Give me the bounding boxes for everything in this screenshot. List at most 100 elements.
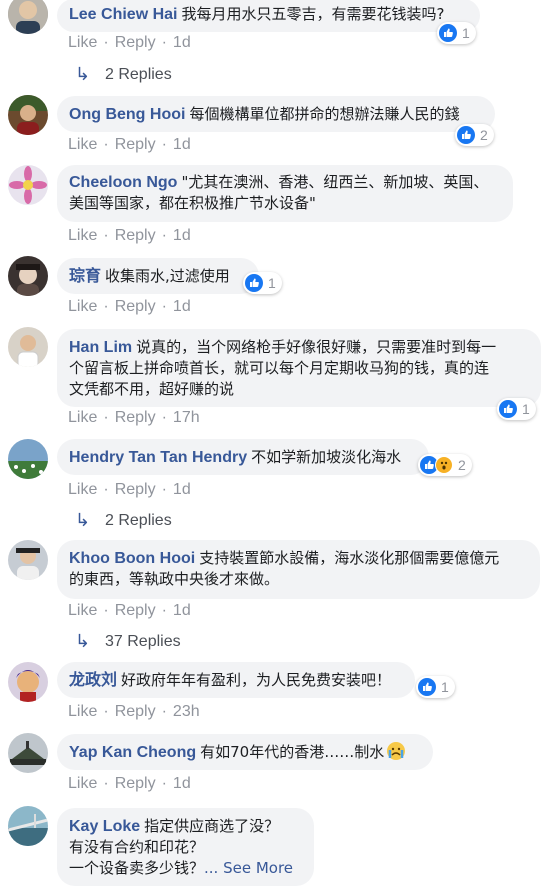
reaction-count[interactable]: 1 bbox=[243, 272, 282, 294]
replies-label: 2 Replies bbox=[105, 65, 172, 83]
separator: · bbox=[161, 34, 167, 51]
separator: · bbox=[161, 602, 167, 619]
separator: · bbox=[161, 775, 167, 792]
reply-button[interactable]: Reply bbox=[115, 34, 156, 51]
timestamp[interactable]: 1d bbox=[173, 298, 191, 315]
reaction-count[interactable]: 1 bbox=[416, 676, 455, 698]
commenter-name[interactable]: 龙政刘 bbox=[69, 672, 117, 689]
avatar[interactable] bbox=[8, 806, 48, 846]
separator: · bbox=[103, 775, 109, 792]
timestamp[interactable]: 1d bbox=[173, 136, 191, 153]
avatar[interactable] bbox=[8, 662, 48, 702]
reaction-count[interactable]: 1 bbox=[497, 398, 536, 420]
like-button[interactable]: Like bbox=[68, 703, 97, 720]
timestamp[interactable]: 1d bbox=[173, 34, 191, 51]
comment-text-line: 个留言板上拼命喷首长，就可以每个月定期收马狗的钱，真的连 bbox=[69, 359, 490, 377]
separator: · bbox=[103, 136, 109, 153]
avatar[interactable] bbox=[8, 540, 48, 580]
reaction-number: 2 bbox=[458, 457, 466, 473]
comment-actions: Like · Reply · 1d bbox=[68, 298, 191, 316]
view-replies-link[interactable]: ↳ 37 Replies bbox=[75, 631, 181, 652]
reply-button[interactable]: Reply bbox=[115, 703, 156, 720]
like-button[interactable]: Like bbox=[68, 409, 97, 426]
reply-button[interactable]: Reply bbox=[115, 481, 156, 498]
separator: · bbox=[161, 227, 167, 244]
like-button[interactable]: Like bbox=[68, 602, 97, 619]
comment-actions: Like · Reply · 1d bbox=[68, 775, 191, 793]
comment-text: "尤其在澳洲、香港、纽西兰、新加坡、英国、 bbox=[181, 173, 489, 191]
avatar[interactable] bbox=[8, 733, 48, 773]
reaction-count[interactable]: 2 bbox=[455, 124, 494, 146]
separator: · bbox=[161, 703, 167, 720]
separator: · bbox=[103, 703, 109, 720]
separator: · bbox=[161, 481, 167, 498]
timestamp[interactable]: 1d bbox=[173, 602, 191, 619]
timestamp[interactable]: 1d bbox=[173, 227, 191, 244]
comment-text-line: 的東西，等執政中央後才來做。 bbox=[69, 570, 280, 588]
comment-bubble: Han Lim 说真的，当个网络枪手好像很好赚，只需要准时到每一 个留言板上拼命喷… bbox=[57, 329, 541, 407]
commenter-name[interactable]: 琮育 bbox=[69, 268, 101, 285]
commenter-name[interactable]: Lee Chiew Hai bbox=[69, 6, 177, 23]
timestamp[interactable]: 1d bbox=[173, 481, 191, 498]
commenter-name[interactable]: Yap Kan Cheong bbox=[69, 744, 196, 761]
timestamp[interactable]: 17h bbox=[173, 409, 200, 426]
commenter-name[interactable]: Ong Beng Hooi bbox=[69, 106, 185, 123]
comment-actions: Like · Reply · 17h bbox=[68, 409, 200, 427]
separator: · bbox=[161, 409, 167, 426]
like-button[interactable]: Like bbox=[68, 227, 97, 244]
avatar[interactable] bbox=[8, 327, 48, 367]
comment-text: 有如70年代的香港……制水 bbox=[200, 743, 385, 761]
like-button[interactable]: Like bbox=[68, 136, 97, 153]
avatar[interactable] bbox=[8, 439, 48, 479]
reply-button[interactable]: Reply bbox=[115, 136, 156, 153]
view-replies-link[interactable]: ↳ 2 Replies bbox=[75, 64, 172, 85]
avatar[interactable] bbox=[8, 95, 48, 135]
separator: · bbox=[103, 227, 109, 244]
like-button[interactable]: Like bbox=[68, 298, 97, 315]
reply-button[interactable]: Reply bbox=[115, 298, 156, 315]
like-button[interactable]: Like bbox=[68, 481, 97, 498]
see-more-link[interactable]: ... See More bbox=[204, 859, 293, 877]
comment-text: 不如学新加坡淡化海水 bbox=[251, 448, 402, 466]
commenter-name[interactable]: Kay Loke bbox=[69, 818, 140, 835]
timestamp[interactable]: 23h bbox=[173, 703, 200, 720]
comment-bubble: 龙政刘 好政府年年有盈利，为人民免费安装吧！ bbox=[57, 662, 415, 698]
comment-text-line: 一个设备卖多少钱？ bbox=[69, 859, 205, 877]
commenter-name[interactable]: Han Lim bbox=[69, 339, 132, 356]
reply-button[interactable]: Reply bbox=[115, 602, 156, 619]
commenter-name[interactable]: Khoo Boon Hooi bbox=[69, 550, 195, 567]
like-button[interactable]: Like bbox=[68, 34, 97, 51]
crying-face-icon bbox=[387, 742, 406, 760]
comment-actions: Like · Reply · 1d bbox=[68, 481, 191, 499]
reaction-count[interactable]: 1 bbox=[437, 22, 476, 44]
separator: · bbox=[161, 298, 167, 315]
comment-text: 收集雨水,过滤使用 bbox=[105, 267, 230, 285]
wow-reaction-icon bbox=[435, 456, 453, 474]
reply-button[interactable]: Reply bbox=[115, 775, 156, 792]
comment-bubble: Hendry Tan Tan Hendry 不如学新加坡淡化海水 bbox=[57, 439, 429, 475]
timestamp[interactable]: 1d bbox=[173, 775, 191, 792]
like-reaction-icon bbox=[439, 24, 457, 42]
reply-button[interactable]: Reply bbox=[115, 227, 156, 244]
reply-button[interactable]: Reply bbox=[115, 409, 156, 426]
comment-bubble: Cheeloon Ngo "尤其在澳洲、香港、纽西兰、新加坡、英国、 美国等国家，… bbox=[57, 165, 513, 222]
comment-actions: Like · Reply · 1d bbox=[68, 227, 191, 245]
reaction-number: 1 bbox=[268, 275, 276, 291]
comment-bubble: Lee Chiew Hai 我每月用水只五零吉，有需要花钱装吗? bbox=[57, 0, 480, 32]
commenter-name[interactable]: Hendry Tan Tan Hendry bbox=[69, 449, 247, 466]
comment-text: 好政府年年有盈利，为人民免费安装吧！ bbox=[121, 671, 392, 689]
separator: · bbox=[103, 602, 109, 619]
avatar[interactable] bbox=[8, 0, 48, 34]
separator: · bbox=[103, 481, 109, 498]
comment-text: 我每月用水只五零吉，有需要花钱装吗? bbox=[181, 5, 445, 23]
reaction-count[interactable]: 2 bbox=[418, 454, 472, 476]
view-replies-link[interactable]: ↳ 2 Replies bbox=[75, 510, 172, 531]
commenter-name[interactable]: Cheeloon Ngo bbox=[69, 174, 177, 191]
avatar[interactable] bbox=[8, 165, 48, 205]
comment-actions: Like · Reply · 1d bbox=[68, 34, 191, 52]
reaction-number: 1 bbox=[462, 25, 470, 41]
avatar[interactable] bbox=[8, 256, 48, 296]
comment-text-line: 美国等国家，都在积极推广节水设备" bbox=[69, 194, 316, 212]
like-reaction-icon bbox=[418, 678, 436, 696]
like-button[interactable]: Like bbox=[68, 775, 97, 792]
